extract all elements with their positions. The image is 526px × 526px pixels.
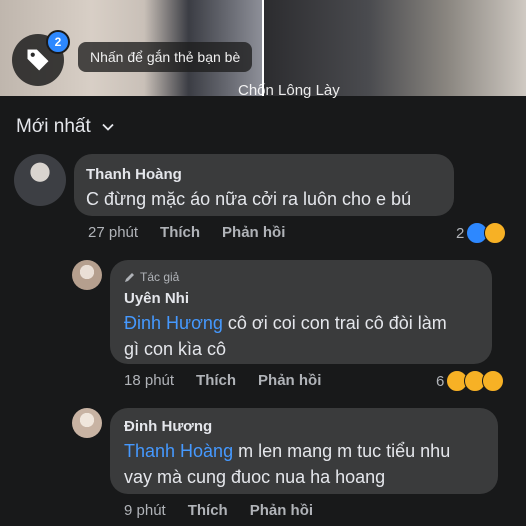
comment-author[interactable]: Thanh Hoàng bbox=[86, 166, 182, 183]
comment-text: Thanh Hoàng m len mang m tuc tiểu nhu va… bbox=[124, 438, 494, 490]
comment-actions: 27 phút Thích Phản hồi bbox=[88, 224, 285, 241]
comment-text-line2: gì con kìa cô bbox=[124, 339, 227, 359]
tag-icon bbox=[27, 49, 49, 71]
mention-link[interactable]: Đinh Hương bbox=[124, 313, 223, 333]
reply-button[interactable]: Phản hồi bbox=[258, 372, 321, 389]
sort-label: Mới nhất bbox=[16, 116, 91, 137]
comment-text-line1: m len mang m tuc tiểu nhu bbox=[233, 441, 451, 461]
comment-text: Đinh Hương cô ơi coi con trai cô đòi làm… bbox=[124, 310, 488, 362]
comment-sort-dropdown[interactable]: Mới nhất bbox=[16, 116, 115, 138]
author-badge-label: Tác giả bbox=[140, 270, 180, 284]
comment-time: 18 phút bbox=[124, 372, 175, 389]
comment-bubble: Thanh Hoàng C đừng mặc áo nữa cởi ra luô… bbox=[74, 154, 454, 216]
comment-actions: 18 phút Thích Phản hồi bbox=[124, 372, 321, 389]
reaction-summary[interactable]: 2 bbox=[456, 222, 507, 244]
avatar[interactable] bbox=[72, 260, 102, 290]
reaction-count: 6 bbox=[436, 372, 445, 390]
sad-reaction-icon bbox=[482, 370, 505, 392]
mention-link[interactable]: Thanh Hoàng bbox=[124, 441, 233, 461]
reaction-count: 2 bbox=[456, 224, 465, 242]
tag-count-badge: 2 bbox=[46, 30, 70, 54]
like-button[interactable]: Thích bbox=[188, 502, 228, 519]
watermark: Chốn Lông Lày bbox=[238, 82, 340, 99]
author-badge: Tác giả bbox=[124, 270, 179, 284]
reply-button[interactable]: Phản hồi bbox=[250, 502, 313, 519]
like-button[interactable]: Thích bbox=[160, 224, 200, 241]
chevron-down-icon bbox=[102, 123, 114, 131]
comment-actions: 9 phút Thích Phản hồi bbox=[124, 502, 313, 519]
comment-time: 9 phút bbox=[124, 502, 166, 519]
comment-bubble: Đinh Hương Thanh Hoàng m len mang m tuc … bbox=[110, 408, 498, 494]
comment-text: C đừng mặc áo nữa cởi ra luôn cho e bú bbox=[86, 189, 412, 209]
avatar[interactable] bbox=[72, 408, 102, 438]
comment-text-line1: cô ơi coi con trai cô đòi làm bbox=[222, 313, 447, 333]
comment-author[interactable]: Đinh Hương bbox=[124, 418, 212, 435]
comment-text-line2: vay mà cung đuoc nua ha hoang bbox=[124, 467, 386, 487]
comment-author[interactable]: Uyên Nhi bbox=[124, 290, 189, 307]
pen-icon bbox=[125, 273, 134, 282]
reaction-summary[interactable]: 6 bbox=[436, 370, 505, 392]
reply-button[interactable]: Phản hồi bbox=[222, 224, 285, 241]
comment-time: 27 phút bbox=[88, 224, 139, 241]
like-button[interactable]: Thích bbox=[196, 372, 236, 389]
avatar[interactable] bbox=[14, 154, 66, 206]
comment-bubble: Tác giả Uyên Nhi Đinh Hương cô ơi coi co… bbox=[110, 260, 492, 364]
sad-reaction-icon bbox=[484, 222, 507, 244]
tag-prompt[interactable]: Nhấn để gắn thẻ bạn bè bbox=[78, 42, 253, 72]
